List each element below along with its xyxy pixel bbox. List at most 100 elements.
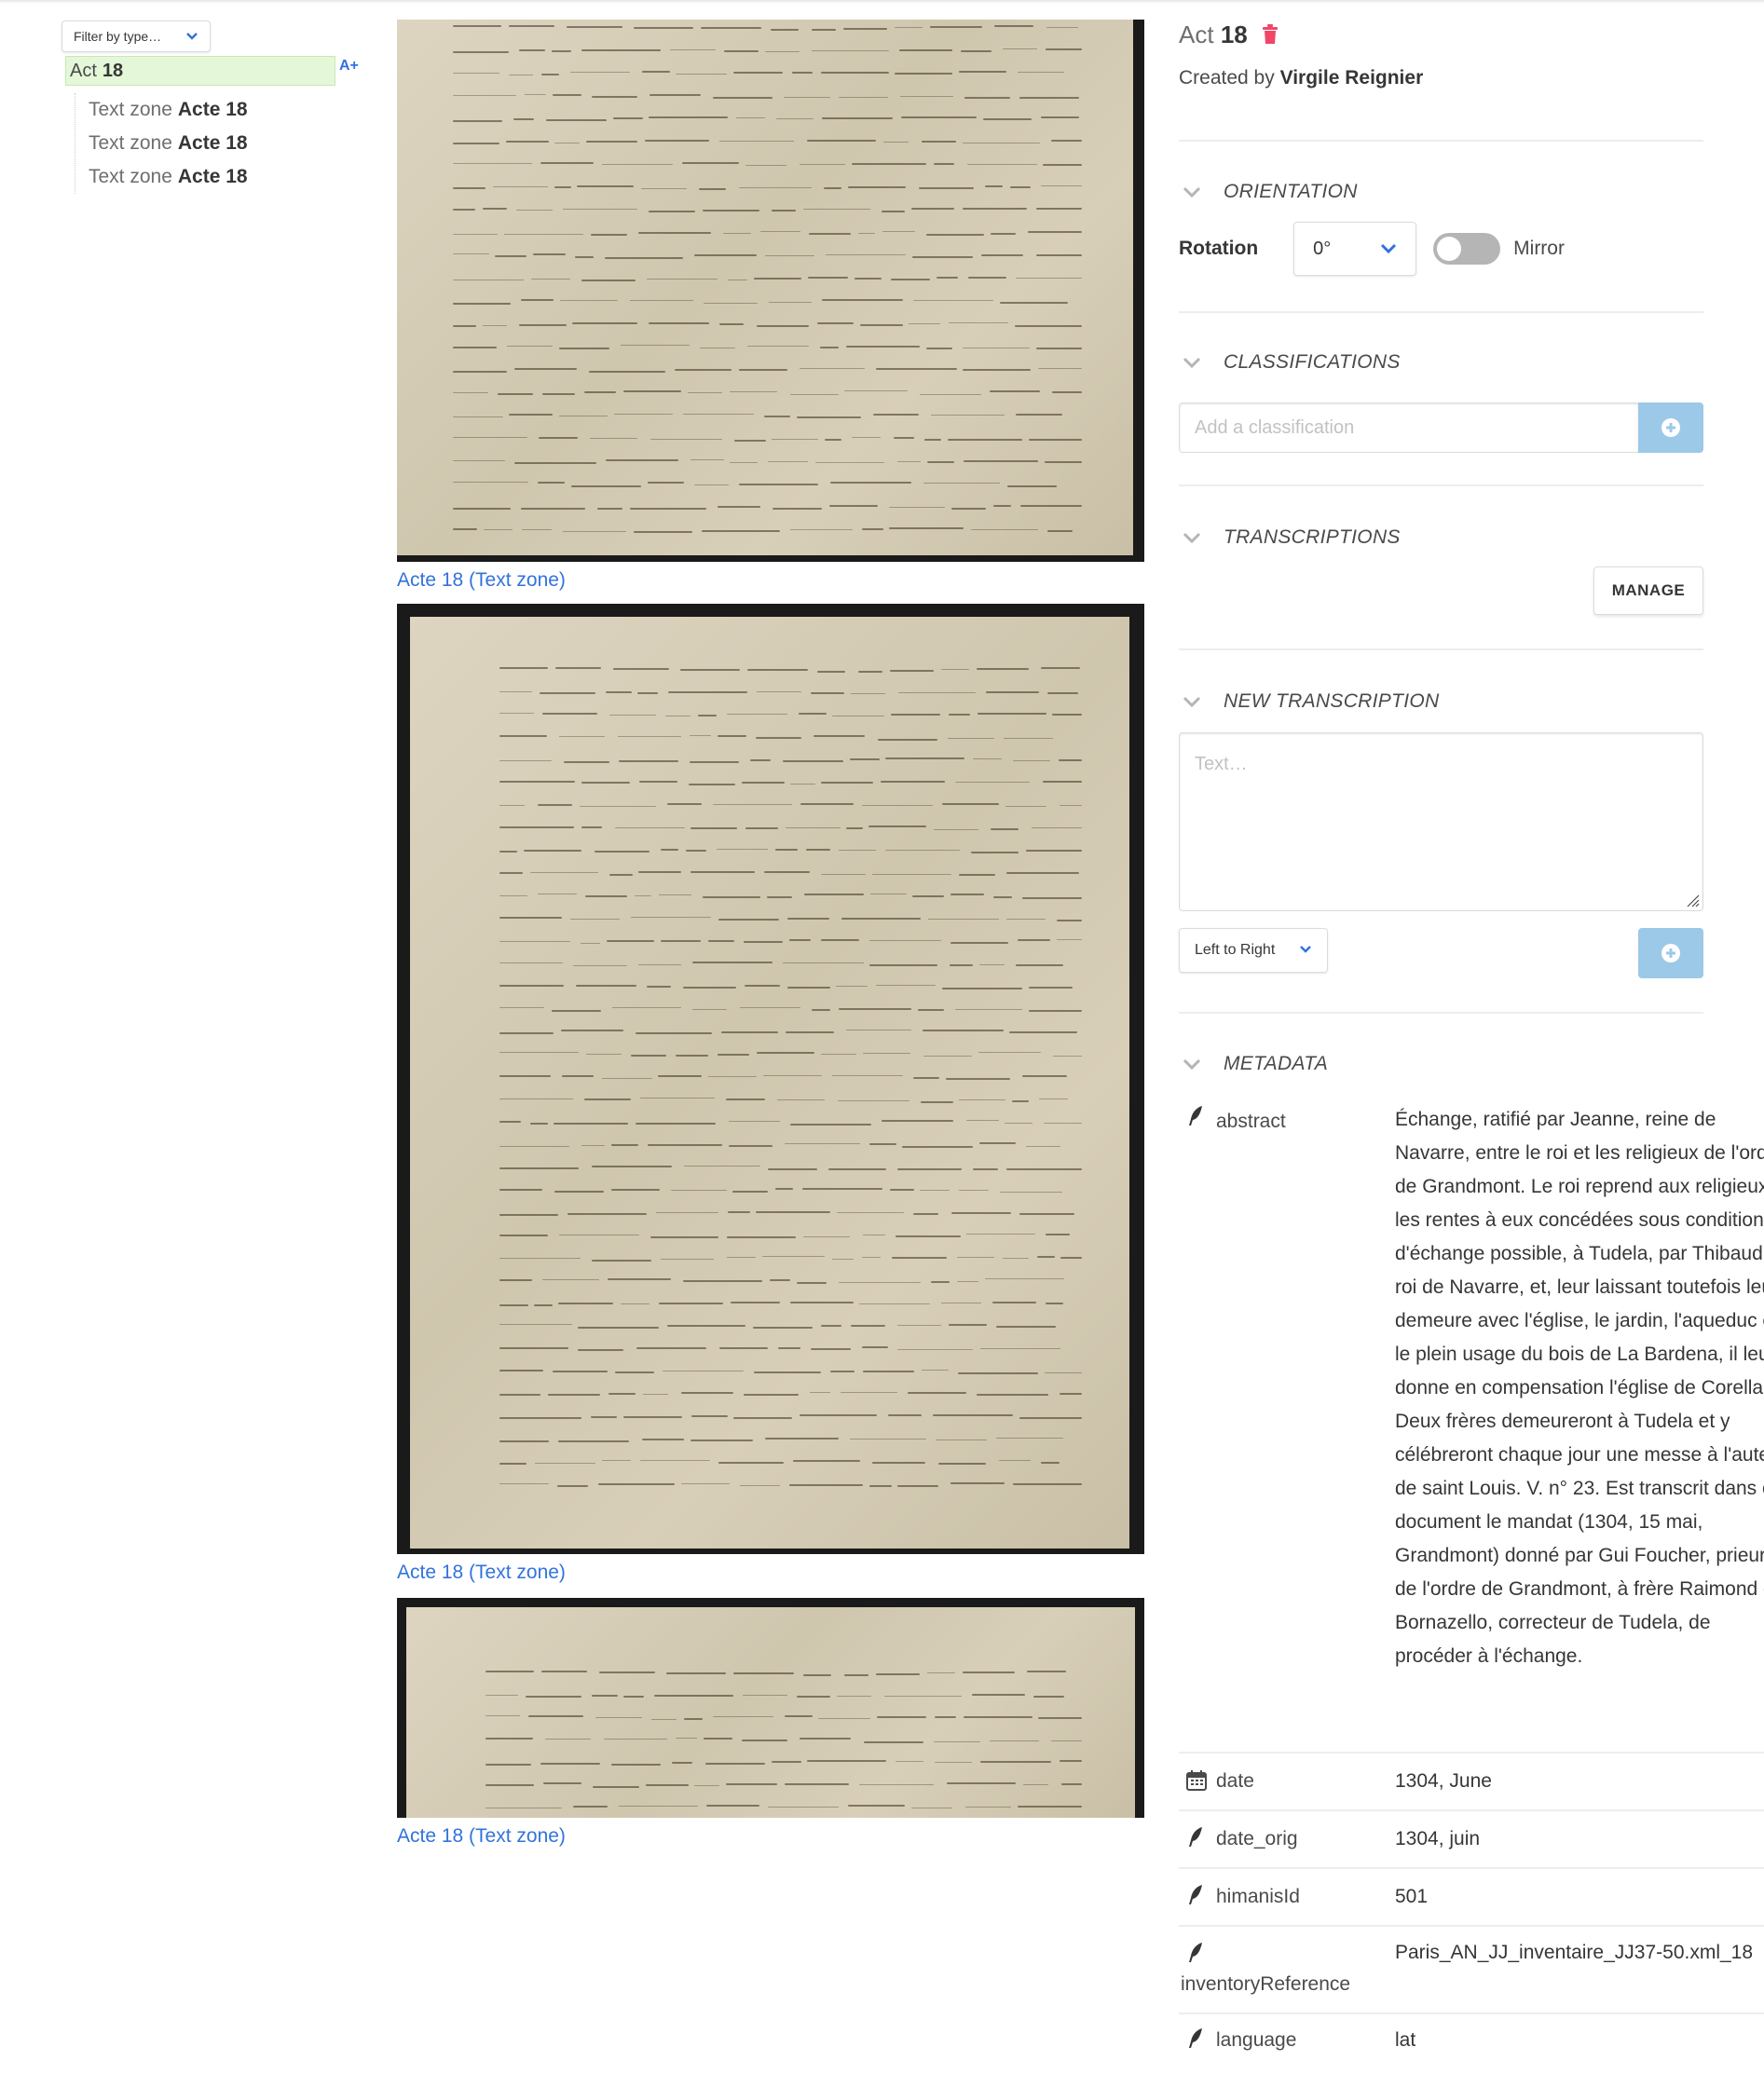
handwriting-stroke bbox=[733, 1417, 792, 1420]
handwriting-stroke bbox=[615, 1371, 655, 1373]
metadata-value: 1304, juin bbox=[1395, 1828, 1481, 1849]
handwriting-stroke bbox=[957, 1256, 995, 1258]
handwriting-stroke bbox=[776, 1098, 826, 1100]
orientation-section-toggle[interactable]: ORIENTATION bbox=[1179, 181, 1358, 203]
handwriting-stroke bbox=[614, 413, 674, 415]
handwriting-stroke bbox=[518, 324, 567, 327]
zone-caption-link[interactable]: Acte 18 (Text zone) bbox=[397, 1562, 1144, 1588]
metadata-row-date-orig[interactable]: date_orig 1304, juin bbox=[1179, 1826, 1764, 1863]
rotation-select[interactable]: 0° bbox=[1293, 222, 1417, 276]
mirror-toggle[interactable] bbox=[1433, 233, 1501, 265]
handwriting-stroke bbox=[964, 1806, 1012, 1808]
handwriting-stroke bbox=[788, 1484, 863, 1487]
handwriting-stroke bbox=[576, 184, 634, 187]
add-child-icon[interactable]: A+ bbox=[339, 58, 359, 75]
transcription-textarea[interactable]: Text… bbox=[1179, 732, 1703, 911]
add-transcription-button[interactable] bbox=[1638, 928, 1703, 978]
tree-root-type: Act bbox=[70, 60, 97, 81]
add-classification-button[interactable] bbox=[1638, 403, 1703, 453]
handwriting-stroke bbox=[551, 50, 571, 53]
metadata-row-date[interactable]: date 1304, June bbox=[1179, 1770, 1764, 1808]
handwriting-stroke bbox=[921, 1100, 953, 1103]
handwriting-stroke bbox=[623, 1415, 682, 1418]
handwriting-stroke bbox=[809, 232, 851, 235]
handwriting-stroke bbox=[869, 963, 938, 966]
handwriting-stroke bbox=[792, 1459, 861, 1462]
handwriting-stroke bbox=[895, 1760, 924, 1762]
metadata-row-inventoryreference[interactable]: inventoryReference Paris_AN_JJ_inventair… bbox=[1179, 1940, 1764, 2001]
metadata-section-toggle[interactable]: METADATA bbox=[1179, 1053, 1328, 1075]
classification-input[interactable]: Add a classification bbox=[1179, 403, 1638, 453]
manage-transcriptions-button[interactable]: MANAGE bbox=[1593, 566, 1703, 615]
metadata-row-language[interactable]: language lat bbox=[1179, 2027, 1764, 2065]
handwriting-stroke bbox=[593, 1785, 639, 1788]
manuscript-image[interactable] bbox=[397, 20, 1144, 562]
classifications-section-toggle[interactable]: CLASSIFICATIONS bbox=[1179, 351, 1401, 374]
handwriting-stroke bbox=[810, 1392, 831, 1394]
handwriting-stroke bbox=[581, 782, 630, 785]
handwriting-stroke bbox=[1050, 1740, 1082, 1741]
handwriting-stroke bbox=[777, 1346, 800, 1349]
handwriting-stroke bbox=[499, 1032, 554, 1035]
handwriting-stroke bbox=[635, 1122, 717, 1125]
metadata-row-abstract[interactable]: abstract Échange, ratifié par Jeanne, re… bbox=[1179, 1103, 1764, 1755]
handwriting-stroke bbox=[514, 462, 596, 465]
handwriting-stroke bbox=[453, 528, 478, 531]
handwriting-stroke bbox=[999, 1191, 1063, 1193]
handwriting-stroke bbox=[591, 95, 637, 98]
transcriptions-section-toggle[interactable]: TRANSCRIPTIONS bbox=[1179, 526, 1401, 549]
handwriting-stroke bbox=[790, 783, 816, 785]
type-filter-select[interactable]: Filter by type… bbox=[62, 20, 211, 52]
handwriting-stroke bbox=[485, 1715, 520, 1717]
handwriting-stroke bbox=[701, 529, 781, 532]
handwriting-stroke bbox=[674, 369, 732, 372]
handwriting-stroke bbox=[1025, 850, 1082, 853]
handwriting-stroke bbox=[728, 1121, 781, 1122]
metadata-value: 1304, June bbox=[1395, 1770, 1492, 1792]
tree-child-item[interactable]: Text zone Acte 18 bbox=[89, 127, 248, 160]
tree-root-item[interactable]: Act 18 bbox=[65, 56, 335, 86]
handwriting-stroke bbox=[811, 28, 837, 31]
handwriting-stroke bbox=[756, 737, 802, 740]
handwriting-stroke bbox=[859, 1303, 931, 1304]
handwriting-stroke bbox=[910, 208, 954, 210]
handwriting-stroke bbox=[732, 1191, 768, 1194]
handwriting-stroke bbox=[453, 94, 517, 96]
handwriting-stroke bbox=[973, 758, 1003, 760]
handwriting-stroke bbox=[596, 507, 623, 510]
handwriting-stroke bbox=[918, 187, 975, 190]
handwriting-stroke bbox=[1003, 48, 1037, 49]
tree-children: Text zone Acte 18 Text zone Acte 18 Text z… bbox=[75, 93, 248, 194]
zone-caption-link[interactable]: Acte 18 (Text zone) bbox=[397, 1825, 1144, 1851]
handwriting-stroke bbox=[896, 1349, 974, 1351]
trash-icon[interactable] bbox=[1262, 22, 1279, 51]
new-transcription-section-toggle[interactable]: NEW TRANSCRIPTION bbox=[1179, 690, 1439, 713]
handwriting-stroke bbox=[785, 1715, 813, 1718]
tree-child-item[interactable]: Text zone Acte 18 bbox=[89, 93, 248, 127]
handwriting-stroke bbox=[716, 848, 768, 850]
handwriting-stroke bbox=[588, 370, 666, 373]
handwriting-stroke bbox=[925, 233, 984, 236]
resize-grip-icon[interactable] bbox=[1685, 893, 1700, 907]
handwriting-stroke bbox=[1042, 780, 1082, 783]
handwriting-stroke bbox=[927, 1671, 956, 1673]
chevron-down-icon bbox=[1183, 532, 1201, 544]
handwriting-stroke bbox=[1019, 1213, 1074, 1216]
manuscript-image[interactable] bbox=[397, 1598, 1144, 1818]
handwriting-stroke bbox=[727, 1236, 797, 1239]
handwriting-stroke bbox=[902, 1146, 973, 1149]
metadata-name: date bbox=[1216, 1770, 1254, 1792]
textarea-placeholder: Text… bbox=[1195, 754, 1248, 774]
tree-child-item[interactable]: Text zone Acte 18 bbox=[89, 160, 248, 194]
handwriting-stroke bbox=[639, 1459, 711, 1461]
handwriting-stroke bbox=[764, 1437, 840, 1440]
handwriting-stroke bbox=[667, 691, 747, 694]
manuscript-image[interactable] bbox=[397, 604, 1144, 1554]
handwriting-stroke bbox=[857, 670, 883, 673]
handwriting-stroke bbox=[862, 1257, 881, 1259]
text-direction-select[interactable]: Left to Right bbox=[1179, 928, 1328, 973]
handwriting-stroke bbox=[839, 96, 889, 98]
handwriting-stroke bbox=[948, 1324, 988, 1327]
metadata-row-himanisid[interactable]: himanisId 501 bbox=[1179, 1884, 1764, 1921]
zone-caption-link[interactable]: Acte 18 (Text zone) bbox=[397, 569, 1144, 595]
